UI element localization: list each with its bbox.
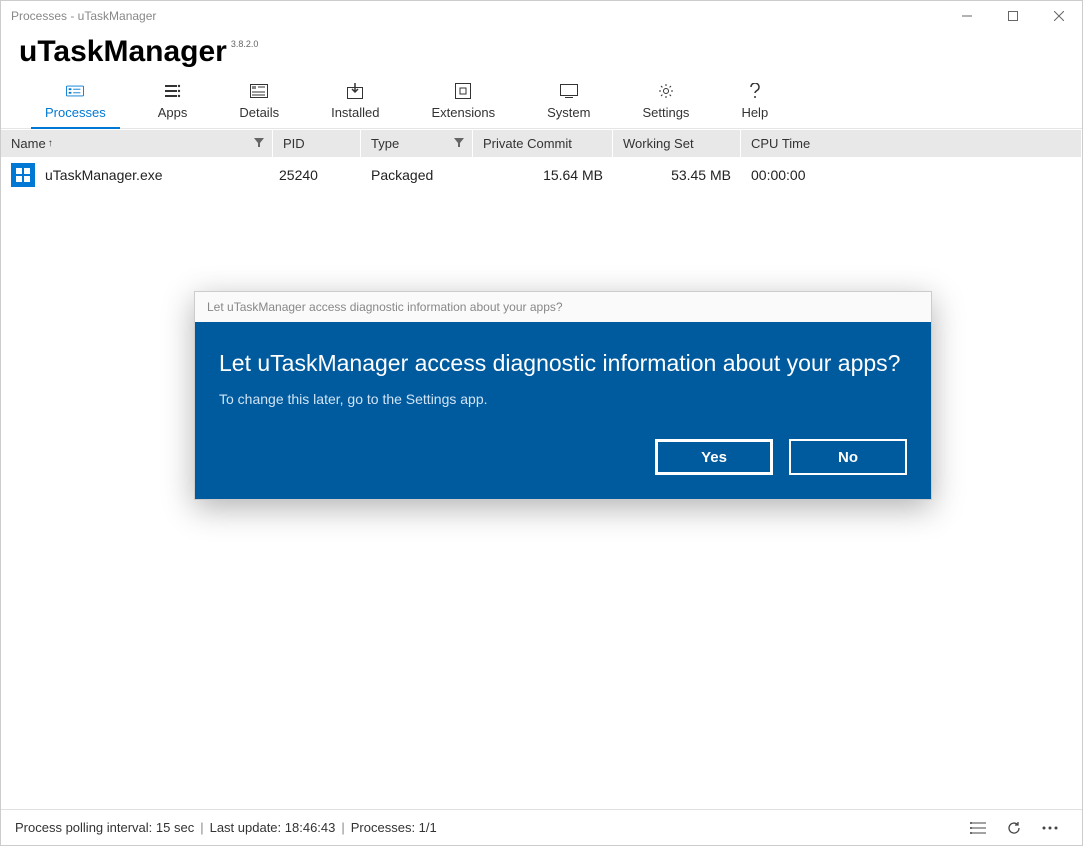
tab-details[interactable]: Details — [213, 77, 305, 128]
tab-bar: Processes Apps Details Installed Extensi… — [1, 77, 1082, 129]
apps-icon — [164, 83, 182, 99]
column-header-pid[interactable]: PID — [273, 130, 361, 157]
tab-apps[interactable]: Apps — [132, 77, 214, 128]
process-commit: 15.64 MB — [473, 167, 613, 183]
window-titlebar: Processes - uTaskManager — [1, 1, 1082, 31]
processes-icon — [66, 83, 84, 99]
column-header-name[interactable]: Name ↑ — [1, 130, 273, 157]
tab-label: Help — [741, 105, 768, 120]
close-button[interactable] — [1036, 1, 1082, 31]
process-cpu: 00:00:00 — [741, 167, 1082, 183]
refresh-button[interactable] — [996, 814, 1032, 842]
process-ws: 53.45 MB — [613, 167, 741, 183]
tab-label: Extensions — [432, 105, 496, 120]
process-name: uTaskManager.exe — [45, 167, 163, 183]
dialog-heading: Let uTaskManager access diagnostic infor… — [219, 348, 907, 379]
column-label: Private Commit — [483, 136, 572, 151]
list-view-button[interactable] — [960, 814, 996, 842]
status-last-update: Last update: 18:46:43 — [210, 820, 336, 835]
column-label: PID — [283, 136, 305, 151]
app-header: uTaskManager 3.8.2.0 — [1, 31, 1082, 77]
table-header: Name ↑ PID Type Private Commit Working S… — [1, 129, 1082, 157]
windows-app-icon — [11, 163, 35, 187]
tab-system[interactable]: System — [521, 77, 616, 128]
sort-ascending-icon: ↑ — [48, 138, 53, 149]
filter-icon[interactable] — [254, 136, 264, 151]
tab-label: Apps — [158, 105, 188, 120]
tab-label: System — [547, 105, 590, 120]
column-label: Working Set — [623, 136, 694, 151]
no-button[interactable]: No — [789, 439, 907, 475]
process-table: Name ↑ PID Type Private Commit Working S… — [1, 129, 1082, 193]
app-title: uTaskManager — [19, 35, 227, 69]
gear-icon — [657, 83, 675, 99]
column-header-commit[interactable]: Private Commit — [473, 130, 613, 157]
system-icon — [560, 83, 578, 99]
minimize-button[interactable] — [944, 1, 990, 31]
tab-installed[interactable]: Installed — [305, 77, 405, 128]
tab-label: Installed — [331, 105, 379, 120]
window-title: Processes - uTaskManager — [11, 9, 156, 23]
tab-label: Details — [239, 105, 279, 120]
column-header-cpu[interactable]: CPU Time — [741, 130, 1082, 157]
tab-label: Settings — [642, 105, 689, 120]
help-icon — [746, 83, 764, 99]
column-header-type[interactable]: Type — [361, 130, 473, 157]
details-icon — [250, 83, 268, 99]
process-pid: 25240 — [273, 167, 361, 183]
tab-processes[interactable]: Processes — [19, 77, 132, 128]
table-row[interactable]: uTaskManager.exe 25240 Packaged 15.64 MB… — [1, 157, 1082, 193]
tab-help[interactable]: Help — [715, 77, 794, 128]
column-label: CPU Time — [751, 136, 810, 151]
status-polling: Process polling interval: 15 sec — [15, 820, 194, 835]
yes-button[interactable]: Yes — [655, 439, 773, 475]
tab-extensions[interactable]: Extensions — [406, 77, 522, 128]
column-label: Name — [11, 136, 46, 151]
column-label: Type — [371, 136, 399, 151]
process-type: Packaged — [361, 167, 473, 183]
tab-settings[interactable]: Settings — [616, 77, 715, 128]
tab-label: Processes — [45, 105, 106, 120]
status-bar: Process polling interval: 15 sec | Last … — [1, 809, 1082, 845]
maximize-button[interactable] — [990, 1, 1036, 31]
more-button[interactable] — [1032, 814, 1068, 842]
dialog-subtext: To change this later, go to the Settings… — [219, 391, 907, 407]
filter-icon[interactable] — [454, 136, 464, 151]
installed-icon — [346, 83, 364, 99]
dialog-titlebar: Let uTaskManager access diagnostic infor… — [195, 292, 931, 322]
column-header-ws[interactable]: Working Set — [613, 130, 741, 157]
extensions-icon — [454, 83, 472, 99]
permission-dialog: Let uTaskManager access diagnostic infor… — [194, 291, 932, 500]
app-version: 3.8.2.0 — [231, 39, 259, 49]
status-processes: Processes: 1/1 — [351, 820, 437, 835]
